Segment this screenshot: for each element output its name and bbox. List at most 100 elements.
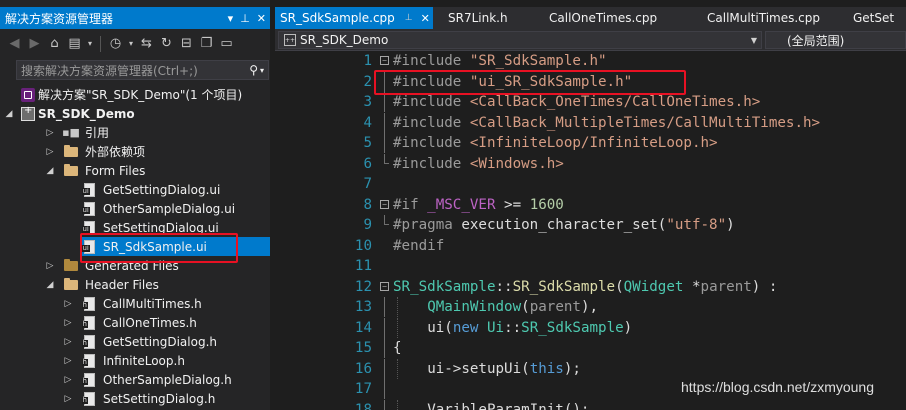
collapsed-arrow-icon[interactable]: ▷ xyxy=(44,256,56,275)
document-tab-label: CallOneTimes.cpp xyxy=(549,11,658,25)
tree-item[interactable]: ▷ h InfiniteLoop.h xyxy=(0,351,270,370)
refresh-icon[interactable]: ↻ xyxy=(158,34,175,53)
tree-item[interactable]: ui OtherSampleDialog.ui xyxy=(0,199,270,218)
collapsed-arrow-icon[interactable]: ▷ xyxy=(62,389,74,408)
folder-icon xyxy=(63,275,79,294)
header-file-icon: h xyxy=(81,389,97,408)
sync-with-active-document-icon[interactable]: ⇆ xyxy=(138,34,155,53)
collapsed-arrow-icon[interactable]: ▷ xyxy=(44,123,56,142)
document-tab[interactable]: GetSet xyxy=(833,7,906,29)
tree-item[interactable]: ▷ h OtherSampleDialog.h xyxy=(0,370,270,389)
code-token: parent xyxy=(529,299,581,315)
tree-item[interactable]: ▷ h GetSettingDialog.h xyxy=(0,332,270,351)
header-file-icon: h xyxy=(81,332,97,351)
collapse-region-icon[interactable]: − xyxy=(380,56,389,65)
ui-file-icon: ui xyxy=(81,180,97,199)
document-tab-bar: SR_SdkSample.cpp ⊥ ✕ SR7Link.h CallOneTimes.… xyxy=(275,7,906,29)
pending-changes-filter-icon[interactable]: ◷ xyxy=(107,34,124,53)
close-tab-icon[interactable]: ✕ xyxy=(421,12,430,25)
code-line[interactable]: 3 #include <CallBack_OneTimes/CallOneTime… xyxy=(275,92,906,112)
document-tab[interactable]: CallMultiTimes.cpp xyxy=(687,7,833,29)
collapse-all-icon[interactable]: ⊟ xyxy=(178,34,195,53)
tree-item[interactable]: ▷ h CallOneTimes.h xyxy=(0,313,270,332)
project-dropdown-value: SR_SDK_Demo xyxy=(300,33,389,47)
tree-item-label: SetSettingDialog.ui xyxy=(103,220,219,235)
collapsed-arrow-icon[interactable]: ▷ xyxy=(62,294,74,313)
tree-item[interactable]: ◢ Header Files xyxy=(0,275,270,294)
close-icon[interactable]: ✕ xyxy=(257,12,266,25)
collapse-region-icon[interactable]: − xyxy=(380,199,389,209)
project-dropdown[interactable]: ++ SR_SDK_Demo ▼ xyxy=(278,31,762,49)
collapsed-arrow-icon[interactable]: ▷ xyxy=(62,313,74,332)
collapsed-arrow-icon[interactable]: ▷ xyxy=(62,332,74,351)
indent-guide xyxy=(397,399,398,410)
code-line[interactable]: 5 #include <InfiniteLoop/InfiniteLoop.h> xyxy=(275,133,906,153)
code-line[interactable]: 14 ui(new Ui::SR_SdkSample) xyxy=(275,317,906,338)
outlining-guide xyxy=(384,297,385,317)
collapsed-arrow-icon[interactable]: ▷ xyxy=(44,142,56,161)
tree-item[interactable]: ▷ h CallMultiTimes.h xyxy=(0,294,270,313)
tree-item[interactable]: ◢ SR_SDK_Demo xyxy=(0,104,270,123)
collapsed-arrow-icon[interactable]: ▷ xyxy=(62,370,74,389)
tree-item[interactable]: ▷ Generated Files xyxy=(0,256,270,275)
document-tab-label: CallMultiTimes.cpp xyxy=(707,11,820,25)
tree-item[interactable]: 解决方案"SR_SDK_Demo"(1 个项目) xyxy=(0,85,270,104)
line-number: 10 xyxy=(354,237,372,254)
code-line[interactable]: 9 #pragma execution_character_set("utf-8"… xyxy=(275,215,906,235)
code-line[interactable]: 11 xyxy=(275,256,906,276)
filter-dropdown-icon[interactable]: ▾ xyxy=(127,34,135,53)
tree-item[interactable]: ui GetSettingDialog.ui xyxy=(0,180,270,199)
forward-icon[interactable]: ▶ xyxy=(26,34,43,53)
code-line[interactable]: 15 { xyxy=(275,338,906,358)
code-line[interactable]: 6 #include <Windows.h> xyxy=(275,153,906,174)
tree-item-label: SetSettingDialog.h xyxy=(103,391,216,406)
code-line[interactable]: 1− #include "SR_SdkSample.h" xyxy=(275,51,906,71)
code-line[interactable]: 12− SR_SdkSample::SR_SdkSample(QWidget *p… xyxy=(275,277,906,297)
expanded-arrow-icon[interactable]: ◢ xyxy=(44,275,56,294)
expanded-arrow-icon[interactable]: ◢ xyxy=(3,104,15,123)
document-tab[interactable]: CallOneTimes.cpp xyxy=(529,7,687,29)
code-line[interactable]: 13 QMainWindow(parent), xyxy=(275,297,906,317)
code-token: Ui xyxy=(486,319,505,336)
solution-explorer-toolbar: ◀ ▶ ⌂ ▤ ▾ ◷ ▾ ⇆ ↻ ⊟ ❐ ▭ xyxy=(0,29,270,58)
switch-views-icon[interactable]: ▤ xyxy=(66,34,83,53)
document-tab[interactable]: SR7Link.h xyxy=(433,7,529,29)
search-icon[interactable]: ⚲ xyxy=(249,63,258,77)
tree-item[interactable]: ui SR_SdkSample.ui xyxy=(80,237,270,256)
code-line[interactable]: 2 #include "ui_SR_SdkSample.h" xyxy=(275,71,906,92)
code-line[interactable]: 4 #include <CallBack_MultipleTimes/CallMu… xyxy=(275,112,906,133)
code-line[interactable]: 8− #if _MSC_VER >= 1600 xyxy=(275,195,906,215)
code-line[interactable]: 18 VaribleParamInit(); xyxy=(275,399,906,410)
outlining-guide xyxy=(384,379,385,399)
code-line[interactable]: 7 xyxy=(275,174,906,194)
scope-dropdown-value: (全局范围) xyxy=(787,33,845,48)
tree-item[interactable]: ui SetSettingDialog.ui xyxy=(0,218,270,237)
code-line[interactable]: 10 #endif xyxy=(275,236,906,256)
code-line[interactable]: 16 ui->setupUi(this); xyxy=(275,358,906,379)
auto-hide-pin-icon[interactable]: ⊥ xyxy=(240,12,250,25)
expanded-arrow-icon[interactable]: ◢ xyxy=(44,161,56,180)
back-icon[interactable]: ◀ xyxy=(6,34,23,53)
tree-item[interactable]: ◢ Form Files xyxy=(0,161,270,180)
home-icon[interactable]: ⌂ xyxy=(46,34,63,53)
line-number: 12 xyxy=(354,278,372,295)
tree-item[interactable]: ▷ ▪■ 引用 xyxy=(0,123,270,142)
window-position-dropdown-icon[interactable]: ▾ xyxy=(228,12,234,25)
pin-tab-icon[interactable]: ⊥ xyxy=(405,13,413,23)
outlining-guide xyxy=(384,399,385,410)
code-token: <Windows.h> xyxy=(469,155,564,172)
collapse-region-icon[interactable]: − xyxy=(380,281,389,291)
search-options-dropdown-icon[interactable]: ▾ xyxy=(260,66,264,75)
tree-item[interactable]: ▷ 外部依赖项 xyxy=(0,142,270,161)
tree-item-label: 解决方案"SR_SDK_Demo"(1 个项目) xyxy=(38,88,243,102)
switch-views-dropdown-icon[interactable]: ▾ xyxy=(86,34,94,53)
collapsed-arrow-icon[interactable]: ▷ xyxy=(62,351,74,370)
tree-item-label: GetSettingDialog.h xyxy=(103,334,217,349)
tree-item[interactable]: ▷ h SetSettingDialog.h xyxy=(0,389,270,408)
scope-dropdown[interactable]: (全局范围) xyxy=(765,31,906,49)
code-area[interactable]: 1− #include "SR_SdkSample.h" 2 #include "ui… xyxy=(275,51,906,410)
solution-explorer-search-input[interactable]: 搜索解决方案资源管理器(Ctrl+;) ⚲ ▾ xyxy=(16,60,269,80)
show-all-files-icon[interactable]: ❐ xyxy=(198,34,215,53)
properties-icon[interactable]: ▭ xyxy=(218,34,235,53)
document-tab[interactable]: SR_SdkSample.cpp ⊥ ✕ xyxy=(275,7,433,29)
